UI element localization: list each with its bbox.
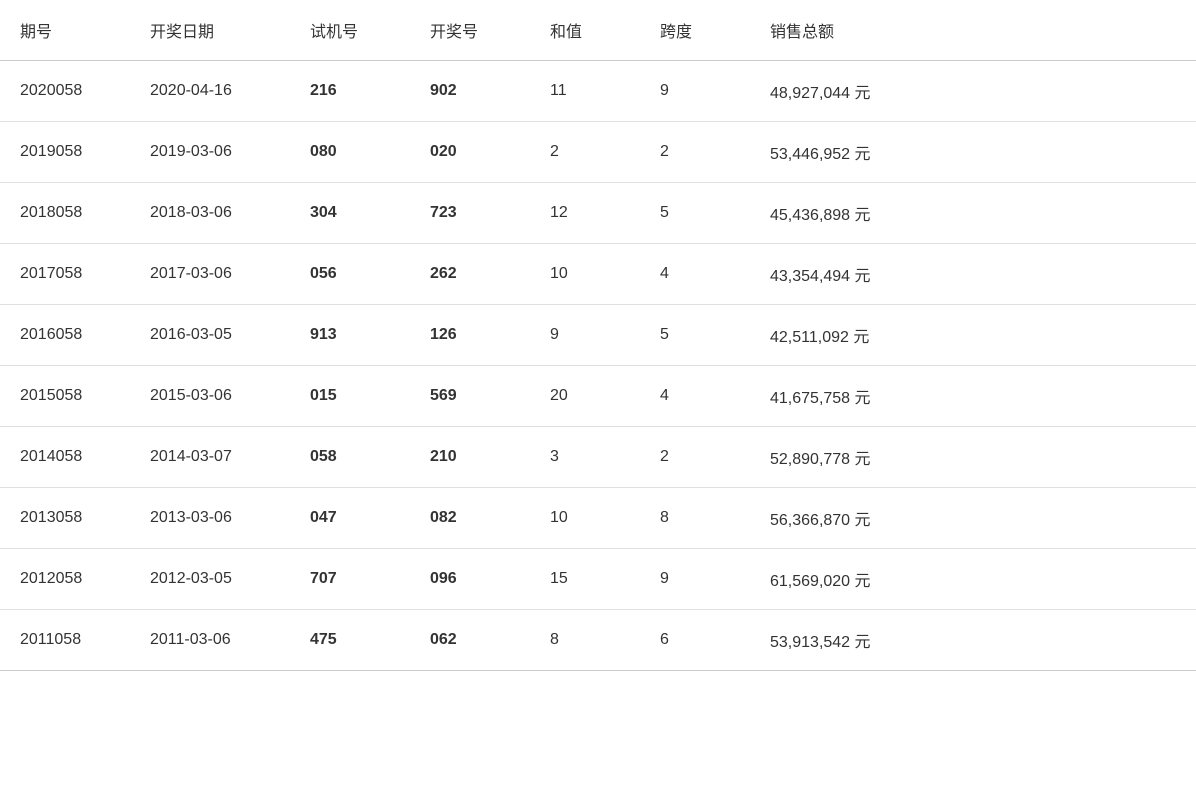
cell-5-0: 2015058 [0, 366, 130, 427]
cell-0-6: 48,927,044 元 [750, 61, 1196, 122]
cell-0-2: 216 [290, 61, 410, 122]
cell-3-6: 43,354,494 元 [750, 244, 1196, 305]
cell-1-0: 2019058 [0, 122, 130, 183]
table-row: 20140582014-03-070582103252,890,778 元 [0, 427, 1196, 488]
cell-3-5: 4 [640, 244, 750, 305]
lottery-table-container: 期号开奖日期试机号开奖号和值跨度销售总额 20200582020-04-1621… [0, 0, 1196, 671]
cell-4-5: 5 [640, 305, 750, 366]
cell-6-3: 210 [410, 427, 530, 488]
cell-2-3: 723 [410, 183, 530, 244]
cell-8-5: 9 [640, 549, 750, 610]
cell-0-5: 9 [640, 61, 750, 122]
table-row: 20120582012-03-0570709615961,569,020 元 [0, 549, 1196, 610]
cell-9-2: 475 [290, 610, 410, 671]
cell-1-3: 020 [410, 122, 530, 183]
table-row: 20190582019-03-060800202253,446,952 元 [0, 122, 1196, 183]
cell-3-1: 2017-03-06 [130, 244, 290, 305]
table-row: 20150582015-03-0601556920441,675,758 元 [0, 366, 1196, 427]
cell-4-0: 2016058 [0, 305, 130, 366]
table-row: 20110582011-03-064750628653,913,542 元 [0, 610, 1196, 671]
cell-2-5: 5 [640, 183, 750, 244]
cell-4-1: 2016-03-05 [130, 305, 290, 366]
cell-0-3: 902 [410, 61, 530, 122]
column-header-1: 开奖日期 [130, 0, 290, 61]
cell-6-1: 2014-03-07 [130, 427, 290, 488]
cell-9-3: 062 [410, 610, 530, 671]
cell-2-6: 45,436,898 元 [750, 183, 1196, 244]
cell-9-4: 8 [530, 610, 640, 671]
cell-7-1: 2013-03-06 [130, 488, 290, 549]
cell-0-0: 2020058 [0, 61, 130, 122]
table-row: 20200582020-04-1621690211948,927,044 元 [0, 61, 1196, 122]
cell-4-2: 913 [290, 305, 410, 366]
cell-8-1: 2012-03-05 [130, 549, 290, 610]
cell-8-0: 2012058 [0, 549, 130, 610]
cell-5-5: 4 [640, 366, 750, 427]
cell-7-5: 8 [640, 488, 750, 549]
cell-6-4: 3 [530, 427, 640, 488]
cell-5-6: 41,675,758 元 [750, 366, 1196, 427]
cell-5-1: 2015-03-06 [130, 366, 290, 427]
cell-9-5: 6 [640, 610, 750, 671]
cell-9-0: 2011058 [0, 610, 130, 671]
cell-9-1: 2011-03-06 [130, 610, 290, 671]
cell-6-5: 2 [640, 427, 750, 488]
cell-6-2: 058 [290, 427, 410, 488]
cell-6-6: 52,890,778 元 [750, 427, 1196, 488]
cell-3-3: 262 [410, 244, 530, 305]
cell-3-2: 056 [290, 244, 410, 305]
cell-0-4: 11 [530, 61, 640, 122]
table-header-row: 期号开奖日期试机号开奖号和值跨度销售总额 [0, 0, 1196, 61]
cell-7-4: 10 [530, 488, 640, 549]
cell-9-6: 53,913,542 元 [750, 610, 1196, 671]
cell-8-3: 096 [410, 549, 530, 610]
cell-2-2: 304 [290, 183, 410, 244]
column-header-4: 和值 [530, 0, 640, 61]
lottery-table: 期号开奖日期试机号开奖号和值跨度销售总额 20200582020-04-1621… [0, 0, 1196, 671]
table-row: 20160582016-03-059131269542,511,092 元 [0, 305, 1196, 366]
cell-2-0: 2018058 [0, 183, 130, 244]
cell-5-2: 015 [290, 366, 410, 427]
column-header-2: 试机号 [290, 0, 410, 61]
column-header-3: 开奖号 [410, 0, 530, 61]
cell-1-1: 2019-03-06 [130, 122, 290, 183]
cell-7-6: 56,366,870 元 [750, 488, 1196, 549]
cell-2-1: 2018-03-06 [130, 183, 290, 244]
cell-8-4: 15 [530, 549, 640, 610]
cell-7-2: 047 [290, 488, 410, 549]
table-row: 20130582013-03-0604708210856,366,870 元 [0, 488, 1196, 549]
cell-3-0: 2017058 [0, 244, 130, 305]
cell-5-4: 20 [530, 366, 640, 427]
cell-6-0: 2014058 [0, 427, 130, 488]
cell-2-4: 12 [530, 183, 640, 244]
cell-8-6: 61,569,020 元 [750, 549, 1196, 610]
cell-1-5: 2 [640, 122, 750, 183]
cell-7-0: 2013058 [0, 488, 130, 549]
cell-7-3: 082 [410, 488, 530, 549]
table-row: 20170582017-03-0605626210443,354,494 元 [0, 244, 1196, 305]
column-header-0: 期号 [0, 0, 130, 61]
cell-1-2: 080 [290, 122, 410, 183]
cell-1-4: 2 [530, 122, 640, 183]
cell-0-1: 2020-04-16 [130, 61, 290, 122]
cell-1-6: 53,446,952 元 [750, 122, 1196, 183]
column-header-6: 销售总额 [750, 0, 1196, 61]
cell-3-4: 10 [530, 244, 640, 305]
cell-4-6: 42,511,092 元 [750, 305, 1196, 366]
cell-8-2: 707 [290, 549, 410, 610]
table-row: 20180582018-03-0630472312545,436,898 元 [0, 183, 1196, 244]
column-header-5: 跨度 [640, 0, 750, 61]
cell-5-3: 569 [410, 366, 530, 427]
cell-4-3: 126 [410, 305, 530, 366]
cell-4-4: 9 [530, 305, 640, 366]
